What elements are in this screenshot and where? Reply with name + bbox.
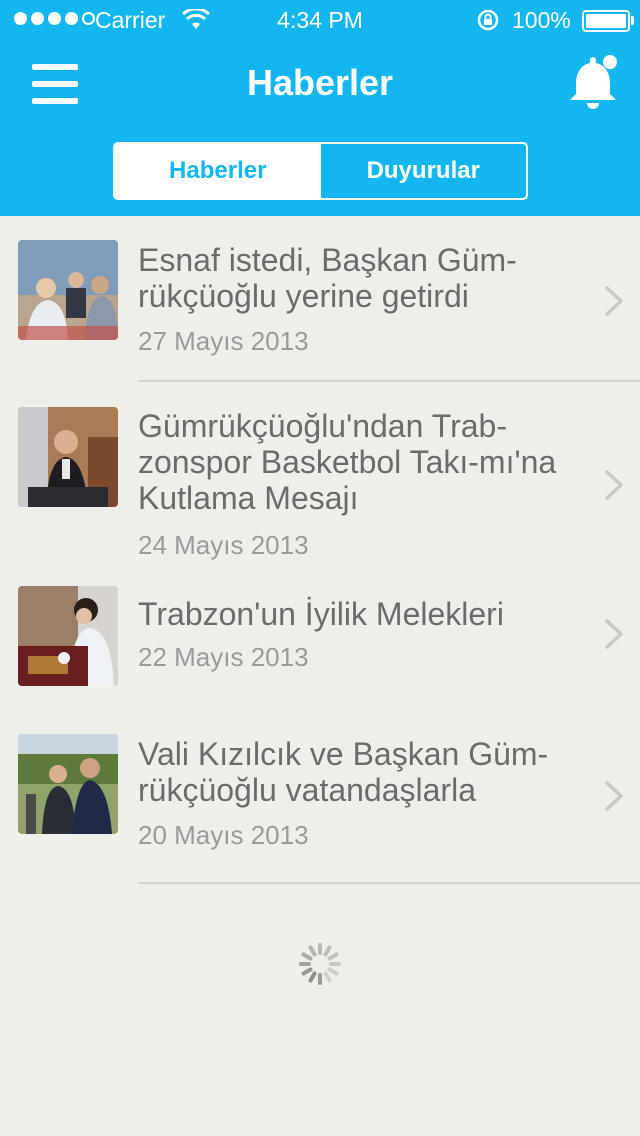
tab-haberler[interactable]: Haberler (115, 144, 321, 198)
chevron-right-icon (605, 286, 623, 316)
news-date: 20 Mayıs 2013 (138, 820, 309, 850)
divider (138, 882, 640, 884)
notification-badge (603, 55, 617, 69)
news-thumbnail (18, 407, 118, 507)
news-title: Vali Kızılcık ve Başkan Güm-rükçüoğlu va… (138, 736, 549, 808)
news-thumbnail (18, 240, 118, 340)
status-bar: Carrier 4:34 PM 100% (0, 0, 640, 40)
chevron-right-icon (605, 781, 623, 811)
header: Carrier 4:34 PM 100% Haberler Haberler D… (0, 0, 640, 216)
news-title: Esnaf istedi, Başkan Güm-rükçüoğlu yerin… (138, 242, 517, 314)
rotation-lock-icon (477, 9, 499, 31)
battery-icon (582, 10, 630, 32)
news-title: Trabzon'un İyilik Melekleri (138, 596, 504, 632)
news-thumbnail (18, 734, 118, 834)
news-date: 24 Mayıs 2013 (138, 530, 309, 560)
news-title: Gümrükçüoğlu'ndan Trab-zonspor Basketbol… (138, 408, 557, 516)
news-date: 22 Mayıs 2013 (138, 642, 309, 672)
battery-percentage: 100% (512, 7, 571, 33)
news-list: Esnaf istedi, Başkan Güm-rükçüoğlu yerin… (0, 216, 640, 892)
news-item[interactable]: Trabzon'un İyilik Melekleri 22 Mayıs 201… (0, 586, 640, 734)
news-item[interactable]: Vali Kızılcık ve Başkan Güm-rükçüoğlu va… (0, 734, 640, 892)
chevron-right-icon (605, 470, 623, 500)
segmented-control: Haberler Duyurular (113, 142, 528, 200)
tab-duyurular[interactable]: Duyurular (321, 144, 527, 198)
news-thumbnail (18, 586, 118, 686)
news-date: 27 Mayıs 2013 (138, 326, 309, 356)
news-item[interactable]: Esnaf istedi, Başkan Güm-rükçüoğlu yerin… (0, 216, 640, 382)
loading-spinner-icon (299, 943, 341, 985)
news-item[interactable]: Gümrükçüoğlu'ndan Trab-zonspor Basketbol… (0, 382, 640, 586)
page-title: Haberler (246, 62, 394, 103)
chevron-right-icon (605, 619, 623, 649)
